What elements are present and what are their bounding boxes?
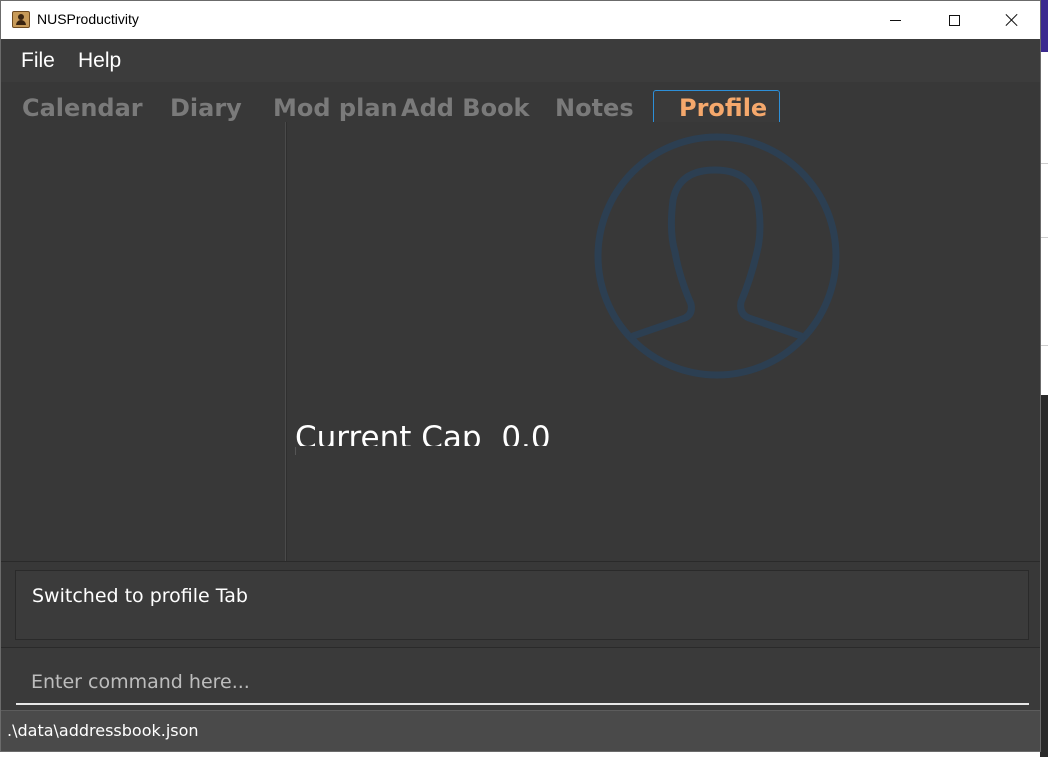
profile-panel: Current Cap 0.0: [1, 122, 1040, 561]
address-book-icon: [12, 11, 30, 28]
close-icon: [1005, 13, 1019, 27]
result-message: Switched to profile Tab: [32, 585, 248, 607]
background-divider: [1040, 345, 1048, 346]
command-box-section: [1, 647, 1040, 710]
background-window-accent: [1040, 0, 1048, 52]
status-bar: .\data\addressbook.json: [1, 710, 1040, 751]
minimize-icon: [889, 19, 901, 21]
tab-notes[interactable]: Notes: [555, 94, 634, 122]
user-silhouette-icon: [594, 133, 840, 379]
app-window: NUSProductivity File Help Calendar Diary…: [0, 0, 1041, 752]
background-divider: [1040, 163, 1048, 164]
tab-add-book[interactable]: Add Book: [401, 94, 530, 122]
command-input[interactable]: [16, 660, 1029, 705]
menu-file[interactable]: File: [21, 49, 55, 73]
minimize-button[interactable]: [866, 1, 924, 39]
current-cap-label: Current Cap: [295, 420, 482, 446]
cap-underline-tick: [295, 447, 296, 455]
menu-bar: File Help: [1, 39, 1040, 82]
tab-calendar[interactable]: Calendar: [22, 94, 143, 122]
background-window-edge: [1040, 395, 1048, 757]
tab-profile[interactable]: Profile: [679, 94, 767, 122]
result-display-section: Switched to profile Tab: [1, 561, 1040, 647]
menu-help[interactable]: Help: [78, 49, 121, 73]
save-file-path: .\data\addressbook.json: [7, 721, 199, 740]
title-bar[interactable]: NUSProductivity: [1, 1, 1040, 39]
maximize-button[interactable]: [925, 1, 983, 39]
current-cap-value: 0.0: [501, 420, 551, 446]
window-title: NUSProductivity: [37, 11, 139, 27]
tab-mod-plan[interactable]: Mod plan: [273, 94, 398, 122]
background-divider: [1040, 237, 1048, 238]
profile-side-panel: [1, 122, 285, 561]
current-cap-display: Current Cap 0.0: [295, 420, 995, 446]
result-display: Switched to profile Tab: [15, 570, 1029, 640]
tab-bar: Calendar Diary Mod plan Add Book Notes P…: [1, 82, 1040, 122]
tab-diary[interactable]: Diary: [170, 94, 242, 122]
panel-divider[interactable]: [285, 122, 287, 561]
close-button[interactable]: [983, 1, 1041, 39]
maximize-icon: [948, 14, 960, 26]
